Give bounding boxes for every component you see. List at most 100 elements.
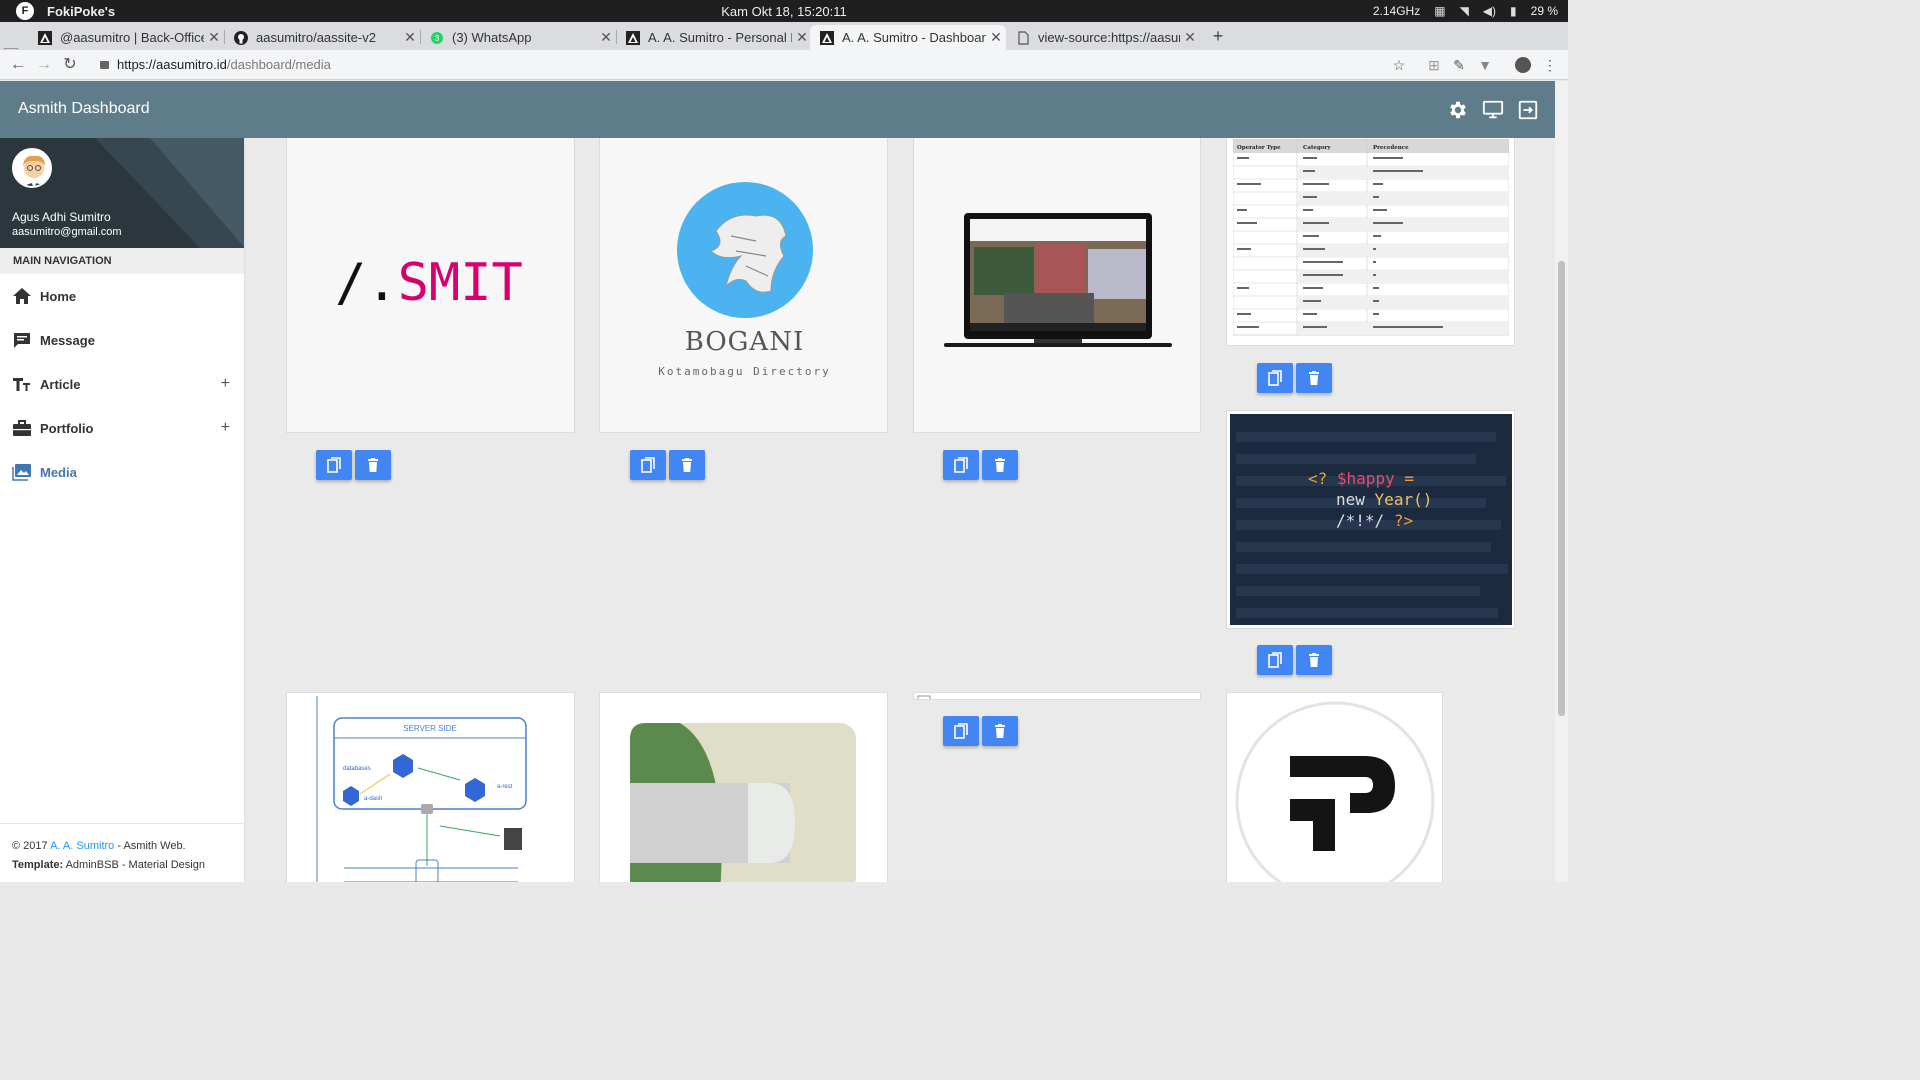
sidebar-item-message[interactable]: Message [0, 318, 244, 362]
media-card-laptop[interactable] [913, 138, 1201, 433]
expand-plus-icon[interactable]: + [221, 419, 230, 437]
back-arrow-icon[interactable]: ← [8, 55, 28, 75]
media-card-p-logo[interactable] [1226, 692, 1443, 882]
media-card-bogani[interactable]: BOGANI Kotamobagu Directory [599, 138, 888, 433]
os-clock: Kam Okt 18, 15:20:11 [721, 3, 847, 19]
media-card-operator-table[interactable]: Operator Type Category Precedence [1226, 138, 1515, 346]
tab-whatsapp[interactable]: 3 (3) WhatsApp ✕ [420, 25, 616, 50]
delete-button[interactable] [982, 450, 1018, 480]
avatar[interactable] [12, 148, 52, 188]
copy-button[interactable] [943, 450, 979, 480]
media-card-smit[interactable]: /.SMIT [286, 138, 575, 433]
github-icon [234, 30, 248, 45]
close-tab-icon[interactable]: ✕ [400, 29, 420, 46]
expand-plus-icon[interactable]: + [221, 375, 230, 393]
extension-vpn-icon[interactable]: ▼ [1475, 55, 1495, 75]
tab-view-source[interactable]: view-source:https://aasumi ✕ [1006, 25, 1200, 50]
extension-feather-icon[interactable]: ✎ [1449, 55, 1469, 75]
copyright-prefix: © 2017 [12, 840, 51, 852]
os-tray: 2.14GHz ▦ ◥ ◀) ▮ 29 % [1373, 0, 1558, 22]
bookmark-star-icon[interactable]: ☆ [1389, 55, 1409, 75]
settings-gear-icon[interactable] [1447, 99, 1469, 121]
tab-title: (3) WhatsApp [452, 30, 532, 45]
media-actions [630, 450, 705, 480]
profile-avatar-icon[interactable] [1513, 55, 1533, 75]
wifi-icon[interactable]: ◥ [1460, 4, 1469, 18]
tab-title: @aasumitro | Back-Office[ [60, 30, 204, 45]
svg-text:3: 3 [435, 34, 440, 43]
battery-icon: ▮ [1510, 4, 1517, 18]
sidebar-item-label: Home [40, 288, 77, 304]
template-name: AdminBSB [63, 859, 119, 871]
code-token: new [1336, 490, 1365, 509]
delete-button[interactable] [355, 450, 391, 480]
sidebar-item-label: Portfolio [40, 420, 94, 436]
monitor-icon[interactable] [1482, 99, 1504, 121]
close-tab-icon[interactable]: ✕ [1180, 29, 1200, 46]
tab-personal[interactable]: A. A. Sumitro - Personal Pa ✕ [616, 25, 812, 50]
close-tab-icon[interactable]: ✕ [596, 29, 616, 46]
sidebar-item-portfolio[interactable]: Portfolio + [0, 406, 244, 450]
code-token: = [1404, 469, 1414, 488]
copy-button[interactable] [630, 450, 666, 480]
delete-button[interactable] [1296, 363, 1332, 393]
media-card-broken-image[interactable] [913, 692, 1201, 700]
delete-button[interactable] [669, 450, 705, 480]
page-icon [1018, 30, 1029, 45]
copy-button[interactable] [316, 450, 352, 480]
address-bar[interactable]: https://aasumitro.id/dashboard/media [92, 53, 1412, 77]
copy-button[interactable] [1257, 363, 1293, 393]
media-actions [943, 716, 1018, 746]
copy-button[interactable] [943, 716, 979, 746]
close-tab-icon[interactable]: ✕ [204, 29, 224, 46]
media-card-server-diagram[interactable]: SERVER SIDE databases a-dash a-rest [286, 692, 575, 882]
smit-logo-text: SMIT [397, 253, 523, 313]
close-tab-icon[interactable]: ✕ [792, 29, 812, 46]
media-card-green-shape[interactable] [599, 692, 888, 882]
url-host: https://aasumitro.id [117, 57, 227, 72]
app-title[interactable]: Asmith Dashboard [18, 100, 150, 118]
copy-icon [641, 457, 655, 473]
bogani-title: BOGANI [684, 327, 805, 357]
image-icon [12, 464, 31, 481]
tab-backoffice[interactable]: @aasumitro | Back-Office[ ✕ [28, 25, 224, 50]
sidebar-item-media[interactable]: Media [0, 450, 244, 494]
delete-button[interactable] [1296, 645, 1332, 675]
logout-icon[interactable] [1517, 99, 1539, 121]
whatsapp-icon: 3 [431, 31, 443, 44]
media-grid: /.SMIT BOGANI Kotamobagu Directory Opera… [246, 138, 1555, 882]
copy-icon [327, 457, 341, 473]
browser-tab-strip: ✕ @aasumitro | Back-Office[ ✕ aasumitro/… [0, 22, 1568, 62]
new-tab-button[interactable]: + [1208, 26, 1228, 47]
author-link[interactable]: A. A. Sumitro [50, 840, 114, 852]
copyright-line: © 2017 A. A. Sumitro - Asmith Web. [12, 837, 233, 856]
tab-github[interactable]: aasumitro/aassite-v2 ✕ [224, 25, 420, 50]
page-scrollbar[interactable] [1555, 81, 1568, 882]
trash-icon [368, 458, 378, 472]
home-icon [13, 288, 31, 304]
green-shape-image [630, 723, 856, 882]
user-name[interactable]: Agus Adhi Sumitro [12, 210, 111, 224]
extension-translate-icon[interactable]: ⊞ [1424, 55, 1444, 75]
sidebar-item-label: Message [40, 332, 95, 348]
url-path: /dashboard/media [226, 57, 331, 72]
scrollbar-thumb[interactable] [1558, 261, 1565, 716]
sidebar-item-home[interactable]: Home [0, 274, 244, 318]
tab-dashboard[interactable]: A. A. Sumitro - Dashboard ✕ [810, 25, 1006, 50]
browser-menu-icon[interactable]: ⋮ [1540, 55, 1560, 75]
volume-icon[interactable]: ◀) [1483, 4, 1496, 18]
copy-button[interactable] [1257, 645, 1293, 675]
sidebar-item-label: Media [40, 464, 77, 480]
media-card-code[interactable]: <? $happy = new Year() /*!*/ ?> [1226, 410, 1515, 629]
os-logo-icon[interactable]: F [16, 2, 34, 20]
copy-icon [1268, 370, 1282, 386]
os-app-name[interactable]: FokiPoke's [47, 4, 115, 19]
diagram-label-databases: databases [343, 766, 371, 772]
sidebar-item-article[interactable]: Article + [0, 362, 244, 406]
close-tab-icon[interactable]: ✕ [986, 29, 1006, 46]
delete-button[interactable] [982, 716, 1018, 746]
copy-icon [1268, 652, 1282, 668]
code-line-3: /*!*/ ?> [1308, 510, 1432, 531]
reload-icon[interactable]: ↻ [60, 55, 80, 75]
forward-arrow-icon[interactable]: → [34, 55, 54, 75]
